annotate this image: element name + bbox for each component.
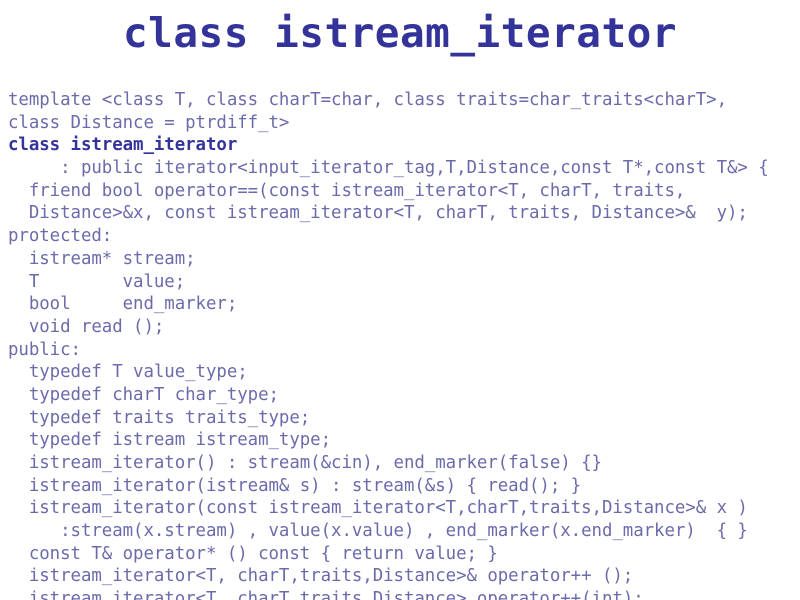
code-line: bool end_marker;	[8, 294, 238, 315]
code-line: Distance>&x, const istream_iterator<T, c…	[8, 203, 748, 224]
code-line: class istream_iterator	[8, 135, 238, 156]
code-line: T value;	[8, 271, 186, 292]
code-line: istream_iterator<T, charT,traits,Distanc…	[8, 589, 644, 600]
code-line: typedef T value_type;	[8, 362, 248, 383]
code-line: typedef istream istream_type;	[8, 430, 332, 451]
code-line: const T& operator* () const { return val…	[8, 543, 498, 564]
code-line: typedef charT char_type;	[8, 384, 279, 405]
code-line: istream* stream;	[8, 248, 196, 269]
code-listing: template <class T, class charT=char, cla…	[8, 89, 792, 600]
code-line: istream_iterator() : stream(&cin), end_m…	[8, 453, 602, 473]
page-title: class istream_iterator	[122, 9, 678, 57]
code-line: void read ();	[8, 316, 165, 337]
presentation-slide: class istream_iterator template <class T…	[0, 0, 800, 600]
code-line: protected:	[8, 226, 113, 247]
code-line: public:	[8, 339, 81, 360]
code-line: template <class T, class charT=char, cla…	[8, 90, 727, 110]
code-line: :stream(x.stream) , value(x.value) , end…	[8, 521, 748, 542]
code-line: istream_iterator<T, charT,traits,Distanc…	[8, 566, 634, 587]
code-line: : public iterator<input_iterator_tag,T,D…	[8, 158, 769, 179]
code-line: class Distance = ptrdiff_t>	[8, 112, 290, 133]
code-line: istream_iterator(istream& s) : stream(&s…	[8, 475, 582, 496]
code-line: friend bool operator==(const istream_ite…	[8, 180, 686, 201]
code-line: typedef traits traits_type;	[8, 407, 311, 428]
code-line: istream_iterator(const istream_iterator<…	[8, 498, 748, 519]
